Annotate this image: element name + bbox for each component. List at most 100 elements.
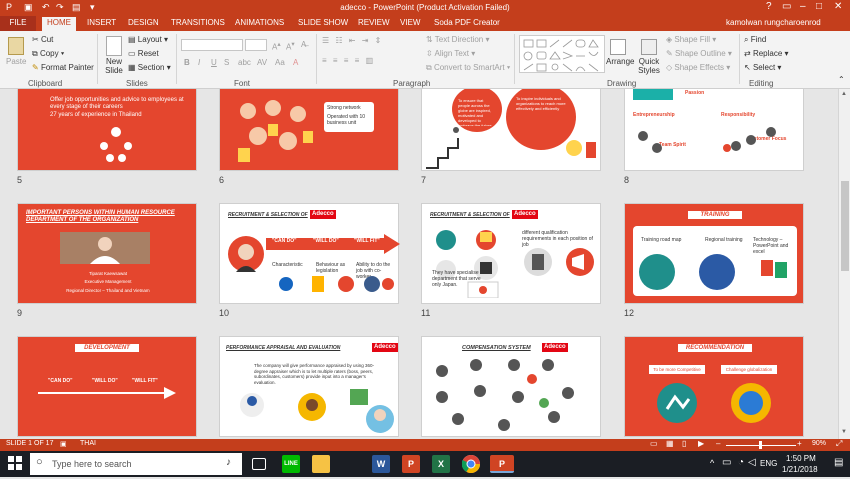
slide-thumbnail-7[interactable]: To ensure that people across the globe a… — [421, 89, 601, 171]
text-direction-button[interactable]: ⇅ Text Direction ▾ — [426, 35, 490, 44]
tab-slide-show[interactable]: SLIDE SHOW — [298, 18, 348, 27]
help-icon[interactable]: ? — [766, 1, 772, 12]
font-size-combo[interactable] — [245, 39, 267, 51]
convert-smartart-button[interactable]: ⧉ Convert to SmartArt ▾ — [426, 63, 510, 73]
section-button[interactable]: ▦ Section ▾ — [128, 63, 171, 72]
wifi-icon[interactable]: ◔ — [738, 457, 744, 468]
align-text-button[interactable]: ⇳ Align Text ▾ — [426, 49, 475, 58]
paste-button[interactable]: Paste — [6, 57, 26, 66]
volume-icon[interactable]: ◁ — [748, 457, 756, 468]
collapse-ribbon-icon[interactable]: ⌃ — [838, 75, 845, 84]
line-app-icon[interactable]: LINE — [282, 455, 300, 473]
italic-button[interactable]: I — [198, 58, 200, 67]
scroll-up-icon[interactable]: ▲ — [841, 91, 847, 97]
ribbon-options-icon[interactable]: ▭ — [782, 1, 791, 12]
language-indicator[interactable]: THAI — [80, 440, 96, 447]
zoom-out-icon[interactable]: – — [716, 439, 720, 448]
user-name[interactable]: kamolwan rungcharoenrod — [726, 18, 821, 27]
slideshow-icon[interactable]: ▶ — [698, 439, 704, 448]
new-slide-button[interactable]: New Slide — [104, 57, 124, 75]
shape-effects-button[interactable]: ◇ Shape Effects ▾ — [666, 63, 730, 72]
paste-icon[interactable] — [8, 37, 24, 55]
cut-button[interactable]: ✂ Cut — [32, 35, 53, 44]
task-view-icon[interactable] — [252, 458, 266, 470]
powerpoint-active-icon[interactable]: P — [490, 455, 514, 473]
clear-format-icon[interactable]: A̶ — [301, 40, 306, 49]
reading-view-icon[interactable]: ▯ — [682, 439, 686, 448]
slide-thumbnail-5[interactable]: Offer job opportunities and advice to em… — [17, 89, 197, 171]
change-case-icon[interactable]: Aa — [275, 58, 285, 67]
arrange-icon[interactable] — [610, 39, 626, 55]
char-spacing-icon[interactable]: abc — [238, 58, 251, 67]
word-icon[interactable]: W — [372, 455, 390, 473]
taskbar-search-box[interactable]: ○ Type here to search ♪ — [30, 453, 242, 475]
quick-styles-icon[interactable] — [641, 39, 657, 55]
input-language[interactable]: ENG — [760, 459, 777, 468]
scrollbar-thumb[interactable] — [841, 181, 849, 271]
zoom-level[interactable]: 90% — [812, 440, 826, 447]
strikethrough-button[interactable]: S — [224, 58, 229, 67]
shape-fill-button[interactable]: ◈ Shape Fill ▾ — [666, 35, 716, 44]
slide-thumbnail-14[interactable]: PERFORMANCE APPRAISAL AND EVALUATION Ade… — [219, 336, 399, 437]
font-name-combo[interactable] — [181, 39, 243, 51]
char-spacing-icon[interactable]: AV — [257, 58, 267, 67]
vertical-scrollbar[interactable]: ▲ ▼ — [838, 89, 850, 439]
new-slide-icon[interactable] — [106, 36, 122, 56]
slide-thumbnail-16[interactable]: RECOMMENDATION To be more Competitive Ch… — [624, 336, 804, 437]
bold-button[interactable]: B — [184, 58, 190, 67]
slide-thumbnail-6[interactable]: Strong network Operated with 10 business… — [219, 89, 399, 171]
close-icon[interactable]: ✕ — [834, 1, 842, 12]
tab-transitions[interactable]: TRANSITIONS — [171, 18, 225, 27]
shapes-gallery[interactable] — [519, 35, 605, 73]
find-button[interactable]: ⌕ Find — [744, 35, 766, 45]
scroll-down-icon[interactable]: ▼ — [841, 429, 847, 435]
powerpoint-icon[interactable]: P — [402, 455, 420, 473]
arrange-button[interactable]: Arrange — [606, 57, 634, 66]
align-buttons-icon[interactable]: ≡ ≡ ≡ ≡ ▥ — [322, 56, 375, 65]
tab-animations[interactable]: ANIMATIONS — [235, 18, 284, 27]
microphone-icon[interactable]: ♪ — [226, 457, 231, 468]
notifications-icon[interactable]: ▤ — [834, 457, 843, 468]
layout-button[interactable]: ▤ Layout ▾ — [128, 35, 168, 44]
font-color-icon[interactable]: A — [293, 58, 298, 67]
copy-button[interactable]: ⧉ Copy ▾ — [32, 49, 64, 59]
slide-thumbnail-11[interactable]: RECRUITMENT & SELECTION OF Adecco differ… — [421, 203, 601, 304]
file-explorer-icon[interactable] — [312, 455, 330, 473]
quick-styles-button[interactable]: Quick Styles — [637, 57, 661, 75]
slide-thumbnail-13[interactable]: DEVELOPMENT "CAN DO" "WILL DO" "WILL FIT… — [17, 336, 197, 437]
grow-font-icon[interactable]: A▴ — [272, 40, 281, 52]
fit-window-icon[interactable]: ⤢ — [836, 439, 842, 449]
tab-soda-pdf[interactable]: Soda PDF Creator — [434, 18, 500, 27]
shape-outline-button[interactable]: ✎ Shape Outline ▾ — [666, 49, 732, 58]
spellcheck-icon[interactable]: ▣ — [60, 440, 67, 448]
underline-button[interactable]: U — [211, 58, 217, 67]
tray-arrow-icon[interactable]: ^ — [710, 458, 714, 468]
reset-button[interactable]: ▭ Reset — [128, 49, 159, 58]
windows-start-icon[interactable] — [8, 456, 22, 470]
clock-time[interactable]: 1:50 PM — [786, 454, 816, 463]
slide-thumbnail-10[interactable]: RECRUITMENT & SELECTION OF Adecco "CAN D… — [219, 203, 400, 304]
tab-home[interactable]: HOME — [42, 17, 76, 31]
tab-file[interactable]: FILE — [0, 16, 36, 31]
minimize-icon[interactable]: – — [800, 1, 806, 12]
tab-view[interactable]: VIEW — [400, 18, 420, 27]
list-buttons-icon[interactable]: ☰ ☷ ⇤ ⇥ ⇕ — [322, 36, 383, 45]
normal-view-icon[interactable]: ▭ — [650, 439, 658, 448]
slide-sorter-icon[interactable]: ▦ — [666, 439, 674, 448]
clock-date[interactable]: 1/21/2018 — [782, 465, 818, 474]
network-icon[interactable]: ▭ — [722, 457, 731, 468]
slide-thumbnail-12[interactable]: TRAINING Training road map Regional trai… — [624, 203, 804, 304]
zoom-in-icon[interactable]: + — [797, 439, 802, 448]
chrome-icon[interactable] — [461, 455, 480, 474]
maximize-icon[interactable]: □ — [816, 1, 822, 12]
slide-thumbnail-9[interactable]: IMPORTANT PERSONS WITHIN HUMAN RESOURCE … — [17, 203, 197, 304]
slide-thumbnail-15[interactable]: COMPENSATION SYSTEM Adecco — [421, 336, 601, 437]
tab-design[interactable]: DESIGN — [128, 18, 159, 27]
slide-thumbnail-8[interactable]: Passion Entrepreneurship Responsibility … — [624, 89, 804, 171]
tab-insert[interactable]: INSERT — [87, 18, 116, 27]
tab-review[interactable]: REVIEW — [358, 18, 390, 27]
select-button[interactable]: ↖ Select ▾ — [744, 63, 781, 72]
replace-button[interactable]: ⇄ Replace ▾ — [744, 49, 789, 58]
format-painter-button[interactable]: ✎ Format Painter — [32, 63, 94, 72]
shrink-font-icon[interactable]: A▾ — [286, 40, 295, 52]
